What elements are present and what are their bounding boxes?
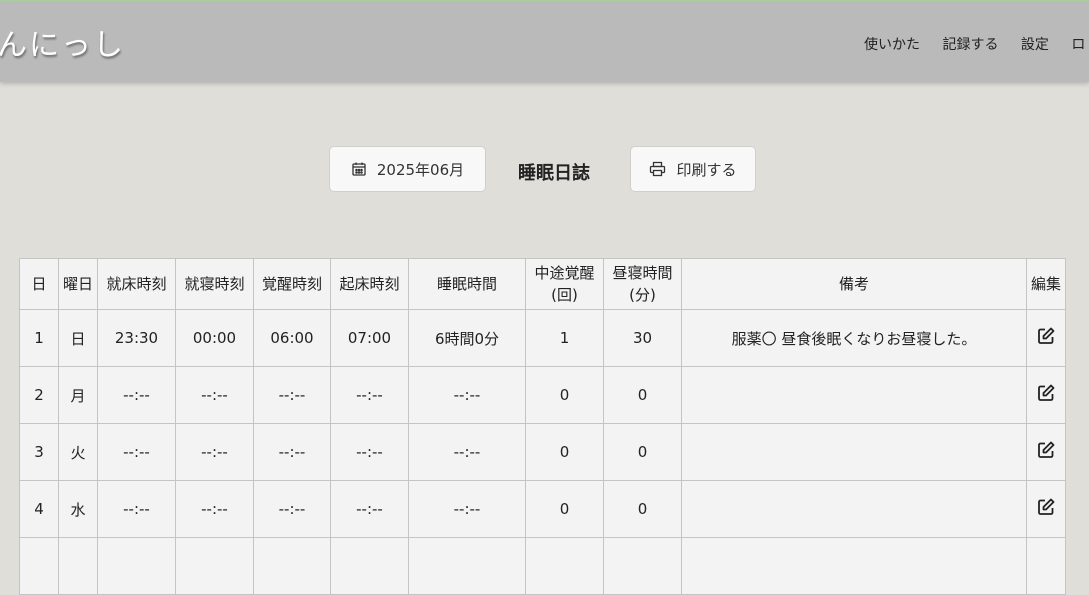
table-row xyxy=(19,537,1066,595)
nav-item-settings[interactable]: 設定 xyxy=(1021,34,1049,54)
cell-weekday: 水 xyxy=(58,480,98,538)
app-logo[interactable]: んにっし xyxy=(0,20,125,64)
cell-wake: --:-- xyxy=(253,480,331,538)
cell-night-wakings: 0 xyxy=(525,423,604,481)
cell-night-wakings xyxy=(525,537,604,595)
cell-sleep-onset: --:-- xyxy=(175,423,254,481)
header-night-wakings: 中途覚醒 (回) xyxy=(525,258,604,310)
header-rise: 起床時刻 xyxy=(330,258,409,310)
cell-sleep-onset: --:-- xyxy=(175,366,254,424)
cell-sleep-duration: --:-- xyxy=(408,366,526,424)
cell-wake: --:-- xyxy=(253,366,331,424)
cell-sleep-onset: --:-- xyxy=(175,480,254,538)
cell-wake xyxy=(253,537,331,595)
cell-weekday xyxy=(58,537,98,595)
calendar-icon xyxy=(352,162,366,176)
cell-weekday: 日 xyxy=(58,309,98,367)
header-sleep-duration: 睡眠時間 xyxy=(408,258,526,310)
page-title: 睡眠日誌 xyxy=(518,163,590,184)
sleep-diary-table: 日 曜日 就床時刻 就寝時刻 覚醒時刻 起床時刻 睡眠時間 中途覚醒 (回) 昼寝… xyxy=(19,258,1066,595)
cell-bedtime: 23:30 xyxy=(97,309,176,367)
cell-edit xyxy=(1026,309,1066,367)
cell-remarks xyxy=(681,537,1027,595)
app-header: んにっし 使いかた 記録する 設定 ロ xyxy=(0,2,1089,82)
cell-edit xyxy=(1026,480,1066,538)
cell-edit xyxy=(1026,537,1066,595)
nav-item-usage[interactable]: 使いかた xyxy=(864,34,920,54)
cell-bedtime: --:-- xyxy=(97,366,176,424)
edit-icon[interactable] xyxy=(1036,497,1056,521)
table-row: 4 水 --:-- --:-- --:-- --:-- --:-- 0 0 xyxy=(19,480,1066,538)
cell-bedtime: --:-- xyxy=(97,423,176,481)
cell-rise: 07:00 xyxy=(330,309,409,367)
nav-item-record[interactable]: 記録する xyxy=(942,34,998,54)
cell-remarks xyxy=(681,480,1027,538)
table-row: 1 日 23:30 00:00 06:00 07:00 6時間0分 1 30 服薬〇 昼食後眠くな… xyxy=(19,309,1066,367)
cell-sleep-onset: 00:00 xyxy=(175,309,254,367)
header-night-wakings-unit: (回) xyxy=(551,286,578,304)
print-label: 印刷する xyxy=(676,160,737,179)
table-row: 2 月 --:-- --:-- --:-- --:-- --:-- 0 0 xyxy=(19,366,1066,424)
edit-icon[interactable] xyxy=(1036,326,1056,350)
table-row: 3 火 --:-- --:-- --:-- --:-- --:-- 0 0 xyxy=(19,423,1066,481)
cell-rise: --:-- xyxy=(330,480,409,538)
cell-weekday: 火 xyxy=(58,423,98,481)
cell-nap xyxy=(603,537,682,595)
header-wake: 覚醒時刻 xyxy=(253,258,331,310)
cell-night-wakings: 1 xyxy=(525,309,604,367)
cell-rise xyxy=(330,537,409,595)
cell-night-wakings: 0 xyxy=(525,366,604,424)
cell-day: 4 xyxy=(19,480,59,538)
cell-sleep-onset xyxy=(175,537,254,595)
cell-bedtime: --:-- xyxy=(97,480,176,538)
cell-sleep-duration: --:-- xyxy=(408,423,526,481)
cell-remarks: 服薬〇 昼食後眠くなりお昼寝した。 xyxy=(681,309,1027,367)
cell-rise: --:-- xyxy=(330,423,409,481)
cell-wake: 06:00 xyxy=(253,309,331,367)
printer-icon xyxy=(650,161,666,177)
cell-wake: --:-- xyxy=(253,423,331,481)
cell-day: 2 xyxy=(19,366,59,424)
cell-nap: 0 xyxy=(603,480,682,538)
cell-day: 3 xyxy=(19,423,59,481)
cell-nap: 0 xyxy=(603,366,682,424)
cell-bedtime xyxy=(97,537,176,595)
header-nap-unit: (分) xyxy=(629,286,656,304)
nav-item-cutoff[interactable]: ロ xyxy=(1071,34,1085,54)
cell-day: 1 xyxy=(19,309,59,367)
month-select-button[interactable]: 2025年06月 xyxy=(329,146,486,192)
edit-icon[interactable] xyxy=(1036,440,1056,464)
header-nap-label: 昼寝時間 xyxy=(612,264,673,282)
header-night-wakings-label: 中途覚醒 xyxy=(534,264,595,282)
month-label: 2025年06月 xyxy=(376,160,465,179)
header-bedtime: 就床時刻 xyxy=(97,258,176,310)
cell-edit xyxy=(1026,366,1066,424)
table-body: 1 日 23:30 00:00 06:00 07:00 6時間0分 1 30 服薬〇 昼食後眠くな… xyxy=(19,309,1066,595)
cell-sleep-duration xyxy=(408,537,526,595)
cell-sleep-duration: 6時間0分 xyxy=(408,309,526,367)
main-nav: 使いかた 記録する 設定 ロ xyxy=(864,34,1085,54)
table-header-row: 日 曜日 就床時刻 就寝時刻 覚醒時刻 起床時刻 睡眠時間 中途覚醒 (回) 昼寝… xyxy=(19,258,1066,310)
print-button[interactable]: 印刷する xyxy=(630,146,756,192)
cell-nap: 0 xyxy=(603,423,682,481)
cell-edit xyxy=(1026,423,1066,481)
diary-toolbar: 2025年06月 睡眠日誌 印刷する xyxy=(0,146,1089,194)
cell-sleep-duration: --:-- xyxy=(408,480,526,538)
cell-remarks xyxy=(681,366,1027,424)
cell-rise: --:-- xyxy=(330,366,409,424)
cell-day xyxy=(19,537,59,595)
cell-weekday: 月 xyxy=(58,366,98,424)
header-nap: 昼寝時間 (分) xyxy=(603,258,682,310)
header-day: 日 xyxy=(19,258,59,310)
edit-icon[interactable] xyxy=(1036,383,1056,407)
header-edit: 編集 xyxy=(1026,258,1066,310)
cell-nap: 30 xyxy=(603,309,682,367)
header-weekday: 曜日 xyxy=(58,258,98,310)
header-remarks: 備考 xyxy=(681,258,1027,310)
cell-remarks xyxy=(681,423,1027,481)
header-sleep-onset: 就寝時刻 xyxy=(175,258,254,310)
cell-night-wakings: 0 xyxy=(525,480,604,538)
